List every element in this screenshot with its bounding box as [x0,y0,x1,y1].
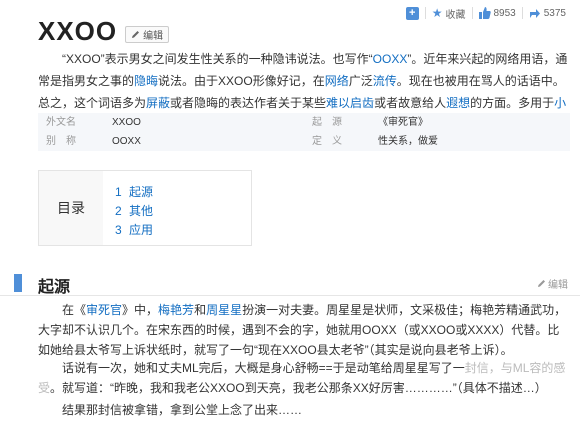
inline-link[interactable]: 遐想 [446,96,470,110]
toc-label: 应用 [129,223,154,237]
like-button[interactable]: 8953 [478,6,516,20]
section-paragraph: 在《审死官》中，梅艳芳和周星星扮演一对夫妻。周星星是状师，文采极佳；梅艳芳精通武… [38,300,570,360]
inline-link[interactable]: 周星星 [206,303,242,317]
toc-item[interactable]: 3 应用 [115,221,153,240]
section-edit-label: 编辑 [548,280,568,291]
info-box: 外文名 XXOO 起 源 《审死官》 别 称 OOXX 定 义 性关系，做爱 [38,113,570,151]
toc-number: 2 [115,204,122,218]
inline-text: 的方面。多用于 [470,96,555,110]
favorite-button[interactable]: ★ 收藏 [431,6,466,21]
info-key: 外文名 [46,117,76,128]
entry-actions: + ★ 收藏 8953 5375 [405,6,566,21]
like-count: 8953 [493,7,516,19]
section-paragraph: 结果那封信被拿错，拿到公堂上念了出来…… [62,403,303,417]
inline-text: 或者隐晦的表达作者关于某些 [170,96,327,110]
section-header: 起源 编辑 [0,270,580,296]
info-value-link[interactable]: 《审死官》 [378,113,428,132]
toc-title: 目录 [39,171,103,245]
divider [521,7,523,19]
info-value-link[interactable]: OOXX [112,132,312,151]
pencil-icon [538,280,545,287]
section-edit-button[interactable]: 编辑 [537,276,568,291]
toc-label: 其他 [129,204,154,218]
inline-text: 说法。由于XXOO形像好记，在 [158,74,325,88]
paragraph-text: 。就写道：“昨晚，我和我老公XXOO到天亮，我老公那条XX好厉害…………”（具体… [50,381,547,395]
inline-link[interactable]: 流传 [373,74,397,88]
inline-link[interactable]: 审死官 [86,303,122,317]
toc-item[interactable]: 1 起源 [115,183,153,202]
page-title: XXOO [38,16,118,46]
paragraph-text: 话说有一次，她和丈夫ML完后，大概是身心舒畅==于是动笔给周星星写了一 [62,361,465,375]
info-key: 起 源 [312,117,342,128]
inline-text: 在《 [62,303,87,317]
pencil-icon [132,31,140,38]
divider [471,7,473,19]
toc-number: 1 [115,185,122,199]
toc-list: 1 起源 2 其他 3 应用 [115,183,153,240]
section-marker [14,274,22,292]
info-row: 外文名 XXOO 起 源 《审死官》 [38,113,570,132]
star-icon: ★ [431,6,443,20]
table-of-contents: 目录 1 起源 2 其他 3 应用 [38,170,252,246]
inline-link[interactable]: 隐晦 [134,74,158,88]
inline-link[interactable]: 网络 [325,74,349,88]
info-value: XXOO [112,117,141,128]
edit-button[interactable]: 编辑 [125,26,170,43]
edit-label: 编辑 [143,31,164,42]
share-button[interactable]: 5375 [529,6,566,20]
share-count: 5375 [543,7,566,19]
thumbs-up-icon [478,7,491,19]
inline-text: 》中， [122,303,159,317]
info-row: 别 称 OOXX 定 义 性关系，做爱 [38,132,570,151]
favorite-label: 收藏 [445,9,466,21]
inline-text: “XXOO”表示男女之间发生性关系的一种隐讳说法。也写作“ [62,52,373,66]
inline-link[interactable]: 屏蔽 [146,96,170,110]
share-icon [529,9,540,18]
section-paragraph: 话说有一次，她和丈夫ML完后，大概是身心舒畅==于是动笔给周星星写了一封信，与M… [38,358,570,398]
inline-link[interactable]: OOXX [373,52,408,66]
info-value: 性关系，做爱 [378,136,438,147]
section-title: 起源 [38,279,71,296]
inline-link[interactable]: 难以启齿 [326,96,374,110]
info-key: 别 称 [46,136,76,147]
inline-link[interactable]: 梅艳芳 [158,303,194,317]
toc-number: 3 [115,223,122,237]
inline-text: 或者故意给人 [374,96,447,110]
toc-label: 起源 [129,185,154,199]
add-icon[interactable]: + [405,6,419,20]
inline-text: 和 [194,303,207,317]
toc-item[interactable]: 2 其他 [115,202,153,221]
info-key: 定 义 [312,136,342,147]
divider [424,7,426,19]
title-row: XXOO 编辑 [38,16,170,47]
inline-text: 广泛 [348,74,373,88]
